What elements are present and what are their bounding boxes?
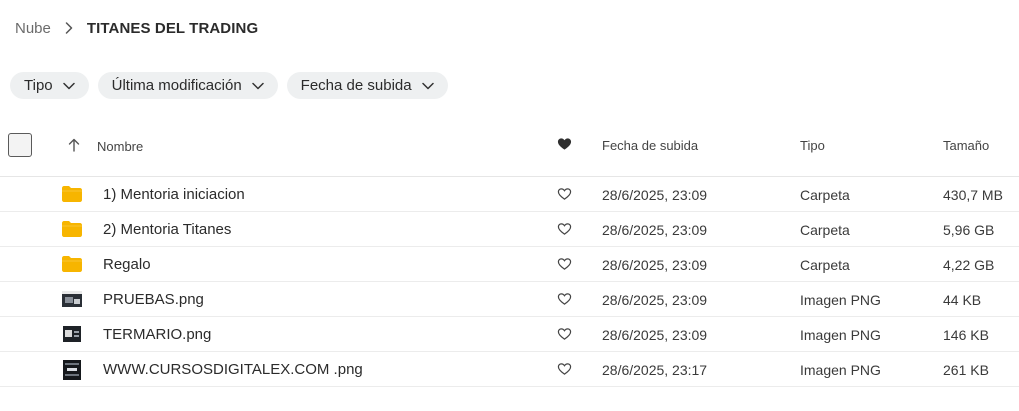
upload-date: 28/6/2025, 23:09 <box>602 187 708 203</box>
heart-outline-icon[interactable] <box>557 327 572 344</box>
file-type: Carpeta <box>800 222 850 238</box>
chevron-right-icon <box>65 22 73 34</box>
file-name[interactable]: 1) Mentoria iniciacion <box>103 186 245 203</box>
upload-date: 28/6/2025, 23:09 <box>602 327 708 343</box>
upload-date: 28/6/2025, 23:09 <box>602 292 708 308</box>
file-type: Imagen PNG <box>800 362 881 378</box>
chevron-down-icon <box>421 82 434 90</box>
image-thumbnail-icon <box>61 360 83 380</box>
column-header-upload-date[interactable]: Fecha de subida <box>602 138 698 153</box>
filter-upload-date-label: Fecha de subida <box>300 77 412 94</box>
column-header-name[interactable]: Nombre <box>97 139 143 154</box>
image-thumbnail-icon <box>61 290 83 308</box>
file-size: 4,22 GB <box>943 257 995 273</box>
file-type: Imagen PNG <box>800 327 881 343</box>
file-size: 44 KB <box>943 292 982 308</box>
heart-outline-icon[interactable] <box>557 222 572 239</box>
filter-bar: Tipo Última modificación Fecha de subida <box>10 72 448 99</box>
file-name[interactable]: WWW.CURSOSDIGITALEX.COM .png <box>103 361 363 378</box>
file-name[interactable]: PRUEBAS.png <box>103 291 204 308</box>
table-row[interactable]: WWW.CURSOSDIGITALEX.COM .png 28/6/2025, … <box>0 352 1019 387</box>
folder-icon <box>61 220 83 238</box>
heart-outline-icon[interactable] <box>557 362 572 379</box>
image-thumbnail-icon <box>61 325 83 343</box>
file-size: 146 KB <box>943 327 989 343</box>
filter-type-label: Tipo <box>24 77 53 94</box>
chevron-down-icon <box>62 82 75 90</box>
filter-last-modified-label: Última modificación <box>111 77 242 94</box>
folder-icon <box>61 185 83 203</box>
column-header-size[interactable]: Tamaño <box>943 138 989 153</box>
table-row[interactable]: 1) Mentoria iniciacion 28/6/2025, 23:09 … <box>0 177 1019 212</box>
heart-outline-icon[interactable] <box>557 257 572 274</box>
file-size: 261 KB <box>943 362 989 378</box>
file-size: 430,7 MB <box>943 187 1003 203</box>
filter-upload-date-button[interactable]: Fecha de subida <box>286 72 448 99</box>
file-name[interactable]: TERMARIO.png <box>103 326 211 343</box>
file-size: 5,96 GB <box>943 222 995 238</box>
heart-outline-icon[interactable] <box>557 187 572 204</box>
breadcrumb: Nube TITANES DEL TRADING <box>15 18 258 38</box>
heart-filled-icon[interactable] <box>557 137 572 154</box>
select-all-checkbox[interactable] <box>8 133 32 157</box>
file-type: Carpeta <box>800 187 850 203</box>
breadcrumb-current: TITANES DEL TRADING <box>86 19 259 37</box>
column-header-type[interactable]: Tipo <box>800 138 825 153</box>
chevron-down-icon <box>251 82 264 90</box>
folder-icon <box>61 255 83 273</box>
file-type: Carpeta <box>800 257 850 273</box>
upload-date: 28/6/2025, 23:09 <box>602 257 708 273</box>
filter-type-button[interactable]: Tipo <box>10 72 89 99</box>
table-row[interactable]: PRUEBAS.png 28/6/2025, 23:09 Imagen PNG … <box>0 282 1019 317</box>
file-list: 1) Mentoria iniciacion 28/6/2025, 23:09 … <box>0 177 1019 387</box>
table-row[interactable]: 2) Mentoria Titanes 28/6/2025, 23:09 Car… <box>0 212 1019 247</box>
sort-arrow-up-icon[interactable] <box>68 138 80 155</box>
upload-date: 28/6/2025, 23:17 <box>602 362 708 378</box>
table-header: Nombre Fecha de subida Tipo Tamaño <box>0 127 1019 177</box>
heart-outline-icon[interactable] <box>557 292 572 309</box>
table-row[interactable]: TERMARIO.png 28/6/2025, 23:09 Imagen PNG… <box>0 317 1019 352</box>
filter-last-modified-button[interactable]: Última modificación <box>97 72 278 99</box>
table-row[interactable]: Regalo 28/6/2025, 23:09 Carpeta 4,22 GB <box>0 247 1019 282</box>
file-name[interactable]: 2) Mentoria Titanes <box>103 221 231 238</box>
file-type: Imagen PNG <box>800 292 881 308</box>
upload-date: 28/6/2025, 23:09 <box>602 222 708 238</box>
file-name[interactable]: Regalo <box>103 256 151 273</box>
breadcrumb-root-link[interactable]: Nube <box>15 20 51 37</box>
